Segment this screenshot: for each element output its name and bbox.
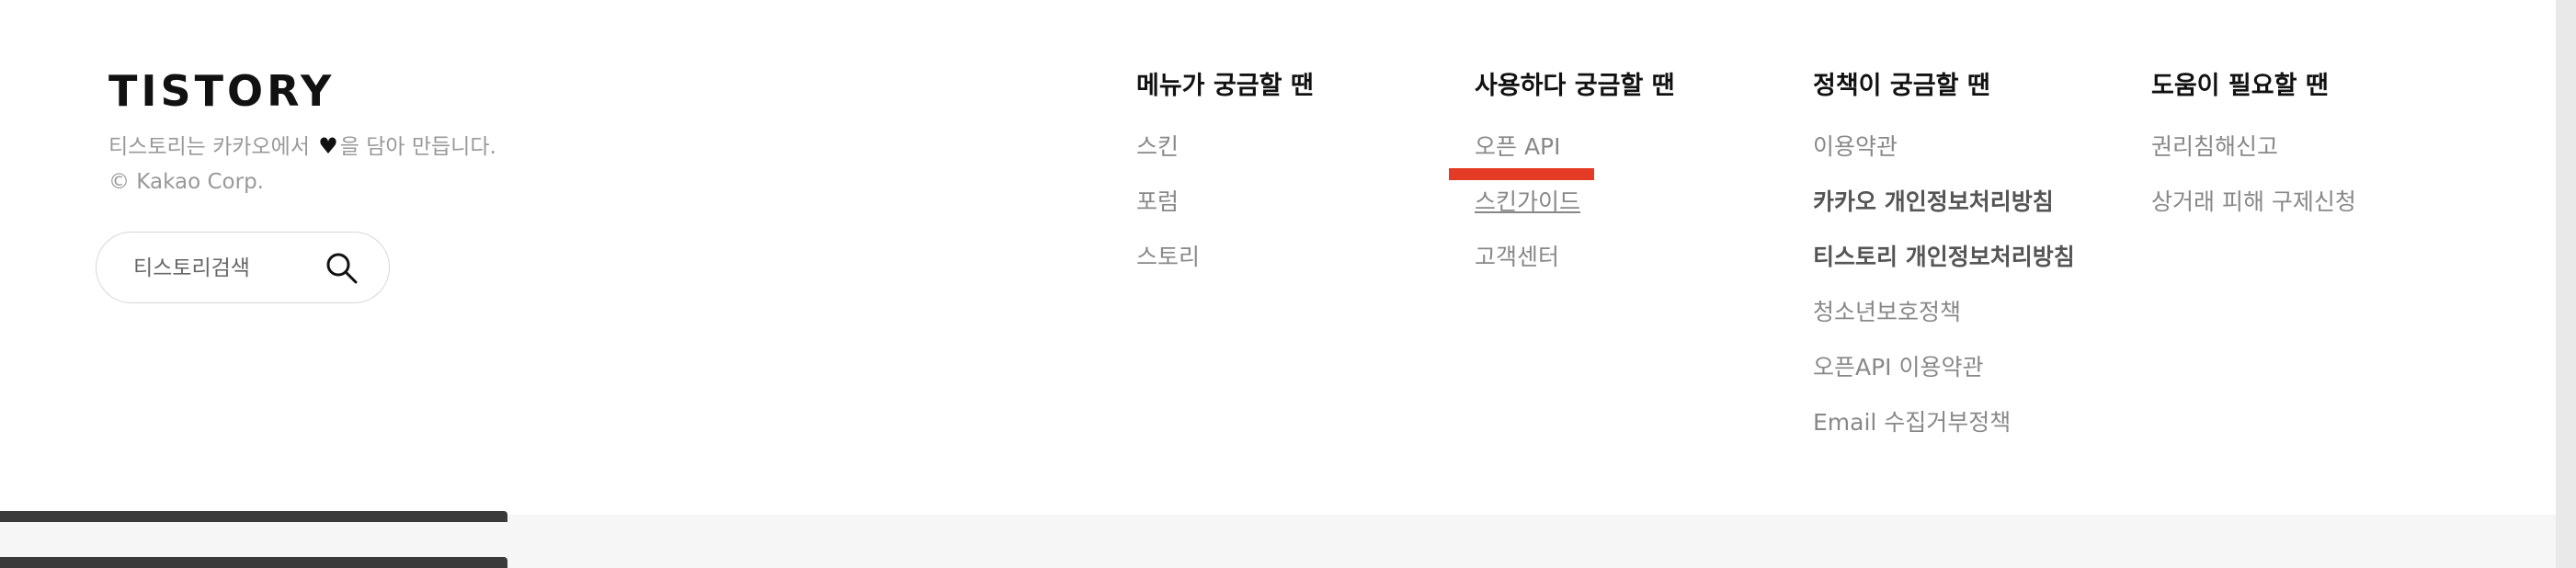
link-tistory-privacy[interactable]: 티스토리 개인정보처리방침 xyxy=(1813,230,2075,285)
scrollbar[interactable] xyxy=(2556,0,2576,568)
footer-column-help: 도움이 필요할 땐 권리침해신고 상거래 피해 구제신청 xyxy=(2151,66,2356,230)
search-box xyxy=(96,232,390,303)
footer-column-menu: 메뉴가 궁금할 땐 스킨 포럼 스토리 xyxy=(1136,66,1314,285)
heart-icon: ♥ xyxy=(318,133,338,159)
link-open-api-terms[interactable]: 오픈API 이용약관 xyxy=(1813,340,2075,395)
search-icon[interactable] xyxy=(325,251,359,286)
link-customer-center[interactable]: 고객센터 xyxy=(1475,230,1675,285)
copyright: © Kakao Corp. xyxy=(108,170,264,194)
column-title: 정책이 궁금할 땐 xyxy=(1813,72,1990,100)
tagline-line: 티스토리는 카카오에서 ♥을 담아 만듭니다. xyxy=(108,129,496,165)
column-links: 스킨 포럼 스토리 xyxy=(1136,119,1314,285)
column-links: 권리침해신고 상거래 피해 구제신청 xyxy=(2151,119,2356,230)
footer: TISTORY 티스토리는 카카오에서 ♥을 담아 만듭니다. © Kakao … xyxy=(0,0,2556,515)
column-title: 메뉴가 궁금할 땐 xyxy=(1136,72,1314,100)
link-rights-report[interactable]: 권리침해신고 xyxy=(2151,119,2356,175)
tagline-after: 을 담아 만듭니다. xyxy=(339,135,496,159)
link-skin[interactable]: 스킨 xyxy=(1136,119,1314,175)
link-email-policy[interactable]: Email 수집거부정책 xyxy=(1813,395,2075,450)
bottom-bar xyxy=(0,557,507,568)
link-skin-guide[interactable]: 스킨가이드 xyxy=(1475,175,1675,230)
tagline-before: 티스토리는 카카오에서 xyxy=(108,135,310,159)
column-title: 사용하다 궁금할 땐 xyxy=(1475,72,1675,100)
link-youth-policy[interactable]: 청소년보호정책 xyxy=(1813,285,2075,340)
tistory-logo[interactable]: TISTORY xyxy=(108,66,335,116)
highlight-underline xyxy=(1449,168,1594,180)
link-commerce-relief[interactable]: 상거래 피해 구제신청 xyxy=(2151,175,2356,230)
link-open-api[interactable]: 오픈 API xyxy=(1475,119,1675,175)
column-links: 이용약관 카카오 개인정보처리방침 티스토리 개인정보처리방침 청소년보호정책 … xyxy=(1813,119,2075,450)
tagline: 티스토리는 카카오에서 ♥을 담아 만듭니다. © Kakao Corp. xyxy=(108,129,496,199)
column-title: 도움이 필요할 땐 xyxy=(2151,72,2329,100)
column-links: 오픈 API 스킨가이드 고객센터 xyxy=(1475,119,1675,285)
link-forum[interactable]: 포럼 xyxy=(1136,175,1314,230)
footer-column-policy: 정책이 궁금할 땐 이용약관 카카오 개인정보처리방침 티스토리 개인정보처리방… xyxy=(1813,66,2075,450)
link-kakao-privacy[interactable]: 카카오 개인정보처리방침 xyxy=(1813,175,2075,230)
bottom-bar xyxy=(0,511,507,522)
link-terms[interactable]: 이용약관 xyxy=(1813,119,2075,175)
search-input[interactable] xyxy=(131,249,328,288)
link-story[interactable]: 스토리 xyxy=(1136,230,1314,285)
